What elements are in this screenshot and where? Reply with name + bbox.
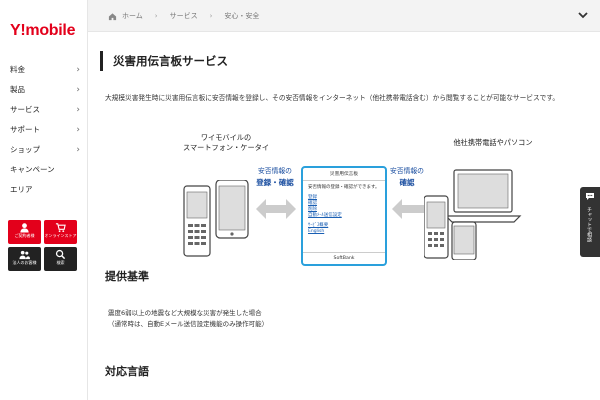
chat-bubble-icon xyxy=(586,193,594,200)
breadcrumb-separator: › xyxy=(209,12,213,20)
left-info-text: 安否情報の 登録・確認 xyxy=(256,167,294,187)
tile-label: 検索 xyxy=(56,260,65,265)
chevron-right-icon: › xyxy=(76,145,80,155)
sidebar-nav: 料金 › 製品 › サービス › サポート › ショップ › キャンペーン エリ… xyxy=(0,60,88,200)
business-tile[interactable]: 法人のお客様 xyxy=(8,247,41,271)
cart-icon xyxy=(55,223,66,233)
breadcrumb-services[interactable]: サービス xyxy=(170,11,198,21)
sidebar-item-label: サポート xyxy=(10,125,40,134)
double-arrow-icon xyxy=(256,199,296,219)
tile-label: オンラインストア xyxy=(44,233,77,238)
diagram-left-label: ワイモバイルの スマートフォン・ケータイ xyxy=(182,133,270,152)
page-title: 災害用伝言板サービス xyxy=(100,51,228,71)
search-icon xyxy=(55,249,66,260)
tile-label: 法人のお客様 xyxy=(12,260,37,265)
breadcrumb-home[interactable]: ホーム xyxy=(122,11,143,21)
other-devices-illustration xyxy=(424,169,522,260)
sidebar-item-label: キャンペーン xyxy=(10,165,55,174)
home-icon[interactable] xyxy=(108,12,117,21)
criteria-text: 震度6弱以上の地震など大規模な災害が発生した場合 （通常時は、自動Eメール送信設… xyxy=(108,309,269,328)
chevron-right-icon: › xyxy=(76,85,80,95)
card-description: 安否情報の登録・確認ができます。 xyxy=(308,185,380,190)
service-diagram: ワイモバイルの スマートフォン・ケータイ 安否情報の 登録・確認 災害用伝言板 xyxy=(88,128,600,266)
sidebar-item-label: 製品 xyxy=(10,85,25,94)
sidebar-item-campaign[interactable]: キャンペーン xyxy=(0,160,88,180)
my-account-tile[interactable]: ご契約者様 xyxy=(8,220,41,244)
sidebar-item-products[interactable]: 製品 › xyxy=(0,80,88,100)
section-title-languages: 対応言語 xyxy=(105,365,149,378)
tile-label: ご契約者様 xyxy=(14,233,35,238)
sidebar-item-area[interactable]: エリア xyxy=(0,180,88,200)
quick-links: ご契約者様 オンラインストア 法人のお客様 検索 xyxy=(8,220,80,274)
arrow-left-icon xyxy=(392,199,424,219)
chevron-right-icon: › xyxy=(76,65,80,75)
chevron-right-icon: › xyxy=(76,105,80,115)
sidebar-item-label: サービス xyxy=(10,105,40,114)
sidebar-item-shop[interactable]: ショップ › xyxy=(0,140,88,160)
sidebar-item-label: 料金 xyxy=(10,65,25,74)
sidebar-item-support[interactable]: サポート › xyxy=(0,120,88,140)
chevron-right-icon: › xyxy=(76,125,80,135)
chat-label: チャットで相談 xyxy=(586,207,592,242)
sidebar-item-label: ショップ xyxy=(10,145,40,154)
intro-text: 大規模災害発生時に災害用伝言板に安否情報を登録し、その安否情報をインターネット（… xyxy=(105,94,560,102)
chevron-down-icon[interactable] xyxy=(576,8,590,22)
card-title: 災害用伝言板 xyxy=(303,168,385,181)
main-content: 災害用伝言板サービス 大規模災害発生時に災害用伝言板に安否情報を登録し、その安否… xyxy=(88,33,600,400)
sidebar-item-label: エリア xyxy=(10,185,33,194)
online-store-tile[interactable]: オンラインストア xyxy=(44,220,77,244)
card-footer: SoftBank xyxy=(303,252,385,261)
users-icon xyxy=(19,250,30,260)
ymobile-logo[interactable]: Y!mobile xyxy=(10,22,75,40)
user-icon xyxy=(20,223,29,233)
breadcrumb-current: 安心・安全 xyxy=(224,12,260,20)
breadcrumb-separator: › xyxy=(154,12,158,20)
sidebar: Y!mobile 料金 › 製品 › サービス › サポート › ショップ › … xyxy=(0,0,88,400)
sidebar-item-services[interactable]: サービス › xyxy=(0,100,88,120)
breadcrumb: ホーム › サービス › 安心・安全 xyxy=(88,0,600,32)
chat-support-tab[interactable]: チャットで相談 xyxy=(580,187,600,257)
search-tile[interactable]: 検索 xyxy=(44,247,77,271)
section-title-criteria: 提供基準 xyxy=(105,270,149,283)
english-link[interactable]: English xyxy=(308,229,380,235)
diagram-right-label: 他社携帯電話やパソコン xyxy=(453,138,533,147)
sidebar-item-pricing[interactable]: 料金 › xyxy=(0,60,88,80)
ymobile-phones-illustration xyxy=(183,180,249,257)
